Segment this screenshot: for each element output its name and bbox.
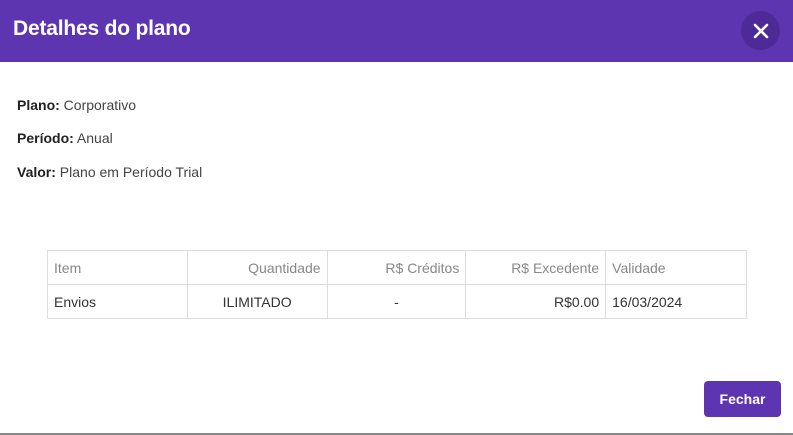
column-header-item: Item (47, 250, 188, 285)
column-header-quantidade: Quantidade (186, 250, 328, 285)
modal-header: Detalhes do plano (0, 0, 793, 62)
plan-info: Plano: Corporativo (17, 97, 136, 113)
cell-item: Envios (47, 284, 188, 319)
cell-creditos: - (326, 284, 467, 319)
cell-excedente: R$0.00 (465, 284, 607, 319)
close-dialog-button[interactable]: Fechar (704, 381, 781, 417)
column-header-validade: Validade (605, 250, 747, 285)
period-label: Período: (17, 130, 74, 146)
column-header-excedente: R$ Excedente (465, 250, 607, 285)
table-header-row: Item Quantidade R$ Créditos R$ Excedente… (47, 250, 747, 285)
plan-items-table: Item Quantidade R$ Créditos R$ Excedente… (47, 250, 747, 319)
cell-quantidade: ILIMITADO (186, 284, 328, 319)
close-icon (753, 23, 769, 39)
cell-validade: 16/03/2024 (605, 284, 747, 319)
column-header-creditos: R$ Créditos (326, 250, 467, 285)
table-row: Envios ILIMITADO - R$0.00 16/03/2024 (47, 284, 747, 319)
value-value: Plano em Período Trial (59, 164, 203, 180)
plan-value: Corporativo (63, 97, 137, 113)
value-label: Valor: (17, 164, 56, 180)
plan-label: Plano: (17, 97, 60, 113)
period-info: Período: Anual (17, 130, 113, 146)
value-info: Valor: Plano em Período Trial (17, 164, 202, 180)
period-value: Anual (76, 130, 113, 146)
close-button[interactable] (741, 11, 780, 50)
modal-title: Detalhes do plano (13, 17, 191, 40)
